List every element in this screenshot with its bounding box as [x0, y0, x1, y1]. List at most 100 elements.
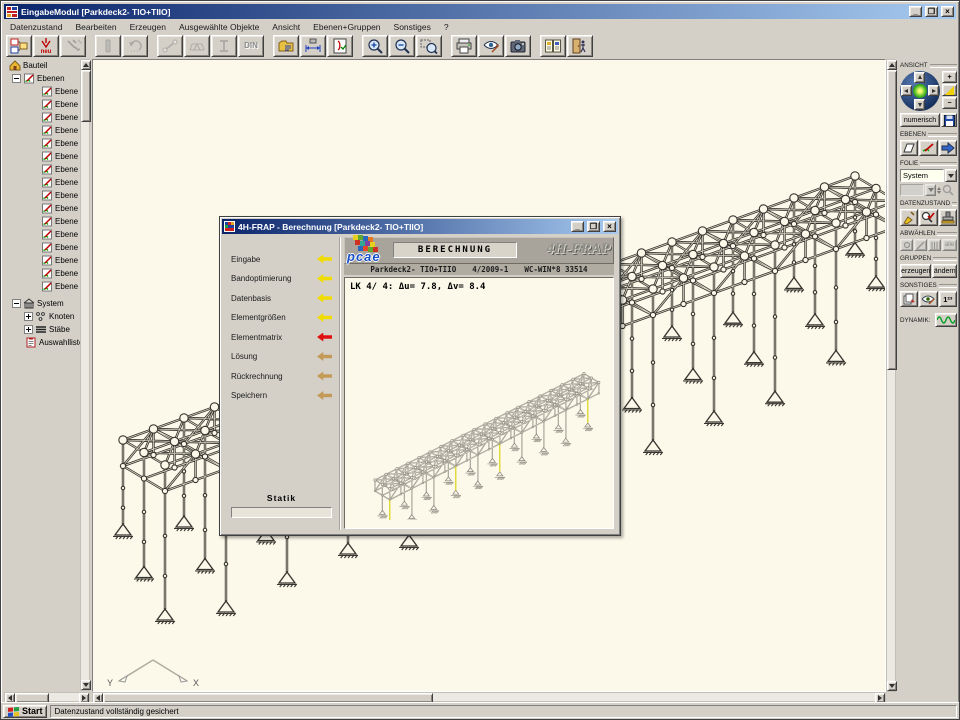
new-button[interactable]: neu — [33, 35, 59, 57]
berechnung-dialog[interactable]: 4H-FRAP - Berechnung [Parkdeck2- TIO+TII… — [219, 216, 621, 536]
edit-check-icon — [921, 142, 935, 154]
perspective-button[interactable] — [942, 84, 957, 96]
dynamics-button[interactable] — [935, 313, 957, 327]
tree-item-ebenen[interactable]: Ebenen — [4, 72, 80, 85]
canvas-vertical-scrollbar[interactable] — [886, 59, 896, 692]
axis-y-label: Y — [107, 678, 113, 688]
folie-select[interactable]: System — [900, 169, 944, 182]
zoom-out-view-button[interactable]: − — [942, 97, 957, 109]
tree-item-ebene[interactable]: Ebene 15 — [4, 267, 80, 280]
tree-item-ebene[interactable]: Ebene 4 — [4, 124, 80, 137]
tree-item-auswahlliste[interactable]: Auswahlliste — [4, 336, 80, 349]
tree-label: Ebene 9 — [55, 191, 80, 200]
print-button[interactable] — [451, 35, 477, 57]
tree-item-knoten[interactable]: Knoten — [4, 310, 80, 323]
canvas-horizontal-scrollbar[interactable] — [92, 692, 886, 702]
numeric-view-button[interactable]: numerisch — [900, 113, 940, 127]
tree-item-ebene[interactable]: Ebene 16 — [4, 280, 80, 293]
save-view-button[interactable] — [941, 113, 957, 127]
tree-item-ebene[interactable]: Ebene 7 — [4, 163, 80, 176]
menu-item[interactable]: ? — [444, 22, 449, 32]
rotate-left-button[interactable] — [901, 85, 912, 96]
layer-edit-icon — [41, 125, 53, 136]
rotate-up-button[interactable] — [914, 72, 925, 83]
start-button[interactable]: Start — [3, 705, 47, 718]
close-button[interactable]: × — [941, 6, 954, 17]
undo-icon — [126, 38, 144, 54]
tree-item-ebene[interactable]: Ebene 1 — [4, 85, 80, 98]
expand-icon[interactable] — [24, 325, 33, 334]
tree-item-bauteil[interactable]: Bauteil — [4, 59, 80, 72]
tree-item-ebene[interactable]: Ebene 2 — [4, 98, 80, 111]
plane-edit-button[interactable] — [919, 140, 937, 156]
tree-item-ebene[interactable]: Ebene 8 — [4, 176, 80, 189]
menu-item[interactable]: Ausgewählte Objekte — [179, 22, 259, 32]
plane-next-button[interactable] — [939, 140, 957, 156]
tree-vertical-scrollbar[interactable] — [80, 59, 90, 691]
dialog-minimize-button[interactable]: _ — [571, 221, 584, 232]
tree-item-ebene[interactable]: Ebene 3 — [4, 111, 80, 124]
zoom-out-button[interactable] — [389, 35, 415, 57]
scroll-thumb[interactable] — [81, 70, 91, 122]
dialog-maximize-button[interactable]: ❐ — [587, 221, 600, 232]
stamp-button[interactable] — [939, 209, 957, 226]
rotate-right-button[interactable] — [928, 85, 939, 96]
zoom-in-view-button[interactable]: + — [942, 71, 957, 83]
view-rotation-pad[interactable] — [900, 71, 940, 111]
tree-item-system[interactable]: System — [4, 297, 80, 310]
expand-icon[interactable] — [24, 312, 33, 321]
copy-button[interactable] — [900, 291, 918, 307]
check-data-button[interactable] — [919, 209, 937, 226]
tree-label: Stäbe — [49, 325, 70, 334]
dialog-close-button[interactable]: × — [603, 221, 616, 232]
visibility-button[interactable] — [919, 291, 937, 307]
project-name: Parkdeck2- TIO+TIIO — [370, 265, 456, 274]
camera-icon — [509, 38, 527, 54]
group-change-button[interactable]: ändern — [932, 264, 957, 278]
plane-select-button[interactable] — [900, 140, 918, 156]
maximize-icon: ❐ — [590, 223, 597, 231]
rotate-down-button[interactable] — [914, 99, 925, 110]
tree-item-ebene[interactable]: Ebene 12 — [4, 228, 80, 241]
open-folder-button[interactable] — [273, 35, 299, 57]
sine-wave-icon — [937, 315, 955, 325]
tree-item-ebene[interactable]: Ebene 9 — [4, 189, 80, 202]
menu-item[interactable]: Bearbeiten — [75, 22, 116, 32]
numbering-button[interactable]: 1²³ — [939, 291, 957, 307]
maximize-button[interactable]: ❐ — [925, 6, 938, 17]
tree-item-staebe[interactable]: Stäbe — [4, 323, 80, 336]
menu-item[interactable]: Datenzustand — [10, 22, 62, 32]
minimize-button[interactable]: _ — [909, 6, 922, 17]
menu-item[interactable]: Ansicht — [272, 22, 300, 32]
menu-item[interactable]: Erzeugen — [130, 22, 166, 32]
zoom-window-button[interactable] — [416, 35, 442, 57]
tree-item-ebene[interactable]: Ebene 6 — [4, 150, 80, 163]
snapshot-button[interactable] — [505, 35, 531, 57]
tree-item-ebene[interactable]: Ebene 10 — [4, 202, 80, 215]
zoom-in-button[interactable] — [362, 35, 388, 57]
scroll-thumb[interactable] — [887, 70, 897, 370]
collapse-icon[interactable] — [12, 74, 21, 83]
tree-item-ebene[interactable]: Ebene 14 — [4, 254, 80, 267]
folie-dropdown-button[interactable] — [945, 169, 957, 182]
clean-button[interactable] — [900, 209, 918, 226]
exit-button[interactable] — [567, 35, 593, 57]
ibeam-icon — [215, 38, 233, 54]
ebenen-section-label: EBENEN — [900, 131, 957, 138]
dimension-button[interactable] — [300, 35, 326, 57]
catalog-button[interactable] — [540, 35, 566, 57]
group-create-button[interactable]: erzeugen — [900, 264, 931, 278]
collapse-icon[interactable] — [12, 299, 21, 308]
view-options-button[interactable] — [478, 35, 504, 57]
tree-item-ebene[interactable]: Ebene 11 — [4, 215, 80, 228]
close-icon: × — [945, 8, 950, 16]
status-message: Datenzustand vollständig gesichert — [50, 705, 957, 718]
menu-item[interactable]: Ebenen+Gruppen — [313, 22, 380, 32]
hierarchy-button[interactable] — [6, 35, 32, 57]
tree-item-ebene[interactable]: Ebene 5 — [4, 137, 80, 150]
tree-horizontal-scrollbar[interactable] — [4, 692, 90, 702]
members-icon — [35, 324, 47, 335]
tree-item-ebene[interactable]: Ebene 13 — [4, 241, 80, 254]
menu-item[interactable]: Sonstiges — [394, 22, 431, 32]
materials-book-button[interactable] — [327, 35, 353, 57]
